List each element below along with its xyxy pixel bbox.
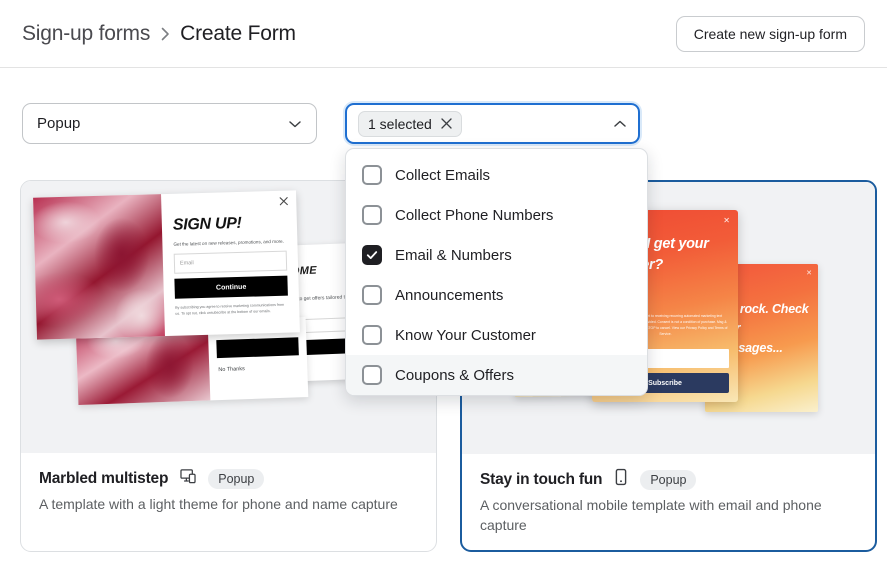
dropdown-option-collect-emails[interactable]: Collect Emails [346,155,647,195]
dropdown-option-coupons-and-offers[interactable]: Coupons & Offers [346,355,647,395]
preview-tertiary-button [216,337,299,359]
preview-primary-continue-button: Continue [174,275,288,299]
close-icon: ✕ [723,216,730,225]
create-new-signup-form-button[interactable]: Create new sign-up form [675,15,865,52]
form-type-select[interactable]: Popup [22,103,317,144]
close-icon[interactable] [441,118,452,129]
dropdown-option-label: Email & Numbers [395,246,512,264]
template-card-badge: Popup [640,469,697,490]
filter-bar: Popup 1 selected Collect Emails Collect … [22,103,648,396]
chevron-right-icon [160,27,170,41]
dropdown-option-label: Collect Emails [395,166,491,184]
chevron-up-icon[interactable] [613,117,627,131]
breadcrumb: Sign-up forms Create Form [22,22,296,46]
dropdown-option-know-your-customer[interactable]: Know Your Customer [346,315,647,355]
desktop-mobile-icon [179,467,197,490]
signup-forms-page: Sign-up forms Create Form Create new sig… [0,0,887,561]
page-header: Sign-up forms Create Form Create new sig… [0,0,887,68]
goal-multiselect[interactable]: 1 selected [345,103,640,144]
template-card-body: Marbled multistep Popup A template with … [21,453,436,514]
dropdown-option-collect-phone-numbers[interactable]: Collect Phone Numbers [346,195,647,235]
preview-popup-primary: SIGN UP! Get the latest on new releases,… [33,190,300,340]
form-type-select-value: Popup [37,115,81,132]
selected-count-label: 1 selected [368,115,432,132]
template-card-description: A template with a light theme for phone … [39,496,398,512]
goal-dropdown-menu: Collect Emails Collect Phone Numbers Ema… [345,148,648,396]
chevron-down-icon [288,117,302,131]
close-icon: ✕ [806,270,812,277]
preview-primary-panel: SIGN UP! Get the latest on new releases,… [161,190,300,336]
dropdown-option-label: Collect Phone Numbers [395,206,554,224]
dropdown-option-label: Announcements [395,286,504,304]
template-card-description: A conversational mobile template with em… [480,497,822,534]
preview-primary-email-field: Email [173,250,288,274]
template-card-title-row: Stay in touch fun Popup [480,468,857,491]
dropdown-option-announcements[interactable]: Announcements [346,275,647,315]
preview-marble-image [33,194,165,340]
close-icon [279,197,288,208]
preview-tertiary-no-thanks: No Thanks [218,366,245,374]
checkbox-coupons-and-offers[interactable] [362,365,382,385]
checkbox-email-and-numbers[interactable] [362,245,382,265]
preview-primary-fineprint: By subscribing you agree to receive mark… [175,302,285,316]
breadcrumb-link-signup-forms[interactable]: Sign-up forms [22,22,150,46]
dropdown-option-label: Know Your Customer [395,326,536,344]
checkbox-know-your-customer[interactable] [362,325,382,345]
checkbox-collect-emails[interactable] [362,165,382,185]
template-card-title: Stay in touch fun [480,470,603,488]
checkbox-collect-phone-numbers[interactable] [362,205,382,225]
dropdown-option-email-and-numbers[interactable]: Email & Numbers [346,235,647,275]
goal-multiselect-wrapper: 1 selected Collect Emails Collect Phone … [345,103,648,396]
page-title: Create Form [180,21,296,45]
template-card-body: Stay in touch fun Popup A conversational… [462,454,875,536]
preview-primary-sub: Get the latest on new releases, promotio… [173,238,285,247]
checkbox-announcements[interactable] [362,285,382,305]
dropdown-option-label: Coupons & Offers [395,366,514,384]
template-card-badge: Popup [208,468,265,489]
selected-count-chip: 1 selected [358,110,462,137]
template-card-title-row: Marbled multistep Popup [39,467,418,490]
template-card-title: Marbled multistep [39,469,169,487]
preview-primary-heading: SIGN UP! [172,214,242,234]
mobile-icon [613,468,629,491]
